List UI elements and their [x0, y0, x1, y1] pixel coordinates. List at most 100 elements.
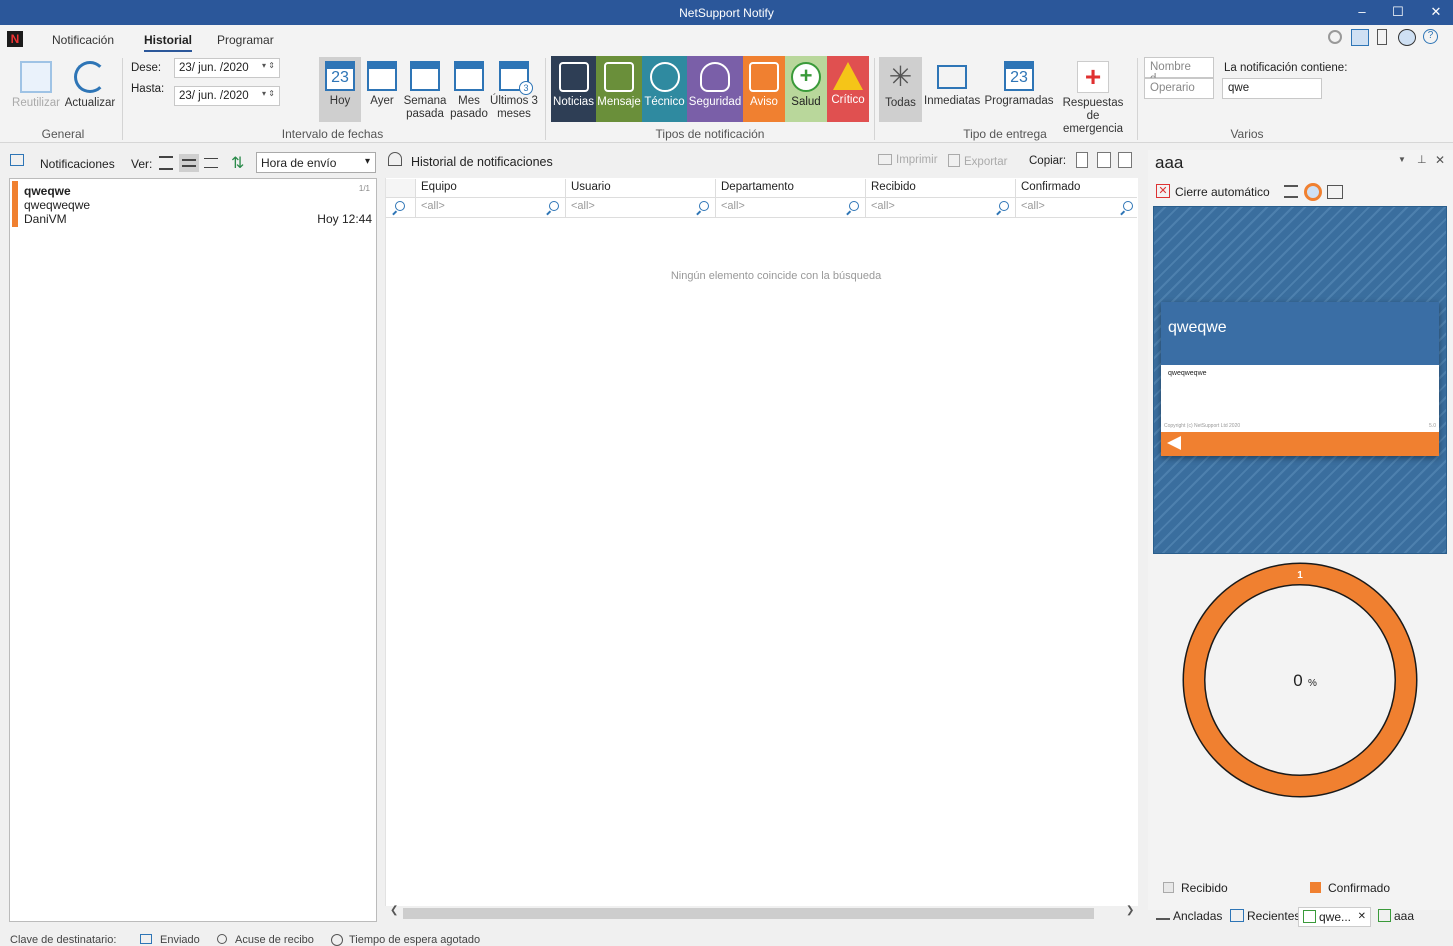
filter-usuario[interactable]: <all>: [565, 198, 715, 217]
type-warning-button[interactable]: Aviso: [743, 56, 785, 122]
type-technical-button[interactable]: Técnico: [642, 56, 687, 122]
tab-recent[interactable]: Recientes: [1226, 907, 1304, 927]
refresh-button[interactable]: Actualizar: [64, 61, 116, 110]
pane-menu-icon[interactable]: ▼: [1398, 155, 1406, 164]
pin-icon[interactable]: ⊥: [1417, 153, 1427, 166]
type-message-button[interactable]: Mensaje: [596, 56, 642, 122]
from-label: Dese:: [131, 62, 162, 74]
contains-input[interactable]: qwe: [1222, 78, 1322, 99]
column-header-usuario[interactable]: Usuario: [565, 179, 715, 197]
type-news-button[interactable]: Noticias: [551, 56, 596, 122]
column-header-departamento[interactable]: Departamento: [715, 179, 865, 197]
last-month-button[interactable]: Mes pasado: [450, 61, 488, 121]
tab-programar[interactable]: Programar: [217, 33, 274, 47]
view-list-icon[interactable]: [204, 158, 218, 168]
delivery-emergency-button[interactable]: + Respuestas de emergencia: [1055, 61, 1131, 136]
delivery-scheduled-button[interactable]: 23 Programadas: [984, 61, 1054, 108]
horizontal-scrollbar[interactable]: [403, 908, 1094, 919]
search-icon[interactable]: [1123, 201, 1133, 211]
type-health-button[interactable]: + Salud: [785, 56, 827, 122]
tab-aaa[interactable]: aaa: [1374, 907, 1418, 927]
tab-historial[interactable]: Historial: [144, 33, 193, 52]
today-button[interactable]: 23 Hoy: [319, 61, 361, 108]
detail-title: aaa: [1155, 153, 1184, 172]
copy-text-icon[interactable]: [1076, 152, 1088, 168]
close-pane-icon[interactable]: ✕: [1435, 153, 1445, 167]
palette-icon[interactable]: [1328, 30, 1342, 44]
donut-view-icon[interactable]: [1304, 183, 1322, 201]
print-button[interactable]: Imprimir: [878, 154, 938, 166]
status-sent: Enviado: [160, 934, 200, 946]
filter-recibido[interactable]: <all>: [865, 198, 1015, 217]
send-icon: [937, 65, 967, 89]
scroll-right-arrow-icon[interactable]: ❯: [1126, 905, 1134, 916]
list-item[interactable]: qweqwe qweqweqwe DaniVM 1/1 Hoy 12:44: [10, 179, 376, 229]
close-button[interactable]: ✕: [1419, 0, 1453, 25]
column-header-equipo[interactable]: Equipo: [415, 179, 565, 197]
close-tab-icon[interactable]: ✕: [1358, 911, 1366, 922]
view-compact-icon[interactable]: [159, 156, 173, 170]
to-date-field[interactable]: 23/ jun. /2020 ▾ ⇕: [174, 86, 280, 106]
copy-label: Copiar:: [1029, 155, 1067, 167]
search-icon[interactable]: [849, 201, 859, 211]
item-body: qweqweqwe: [24, 198, 91, 212]
preview-card: qweqwe qweqweqwe Copyright (c) NetSuppor…: [1161, 302, 1439, 456]
sort-select[interactable]: Hora de envío ▾: [256, 152, 376, 173]
envelope-icon: [604, 62, 634, 92]
list-view-icon[interactable]: [1284, 185, 1298, 198]
ribbon-separator: [1137, 58, 1138, 140]
view-normal-icon[interactable]: [179, 154, 199, 172]
filter-equipo[interactable]: <all>: [415, 198, 565, 217]
reuse-button[interactable]: Reutilizar: [10, 61, 62, 110]
layout-icon[interactable]: [1351, 29, 1369, 46]
newspaper-icon: [558, 62, 589, 92]
tab-notificacion[interactable]: Notificación: [52, 33, 114, 47]
search-icon[interactable]: [699, 201, 709, 211]
notifications-header: Notificaciones: [40, 157, 115, 171]
history-icon[interactable]: [1398, 29, 1416, 46]
delivery-all-button[interactable]: ✳ Todas: [879, 61, 922, 110]
group-label-types: Tipos de notificación: [655, 127, 765, 141]
last-week-button[interactable]: Semana pasada: [403, 61, 447, 121]
sent-icon: [140, 934, 152, 944]
last-3-months-button[interactable]: 3 Últimos 3 meses: [490, 61, 538, 121]
column-header-confirmado[interactable]: Confirmado: [1015, 179, 1137, 197]
column-header-recibido[interactable]: Recibido: [865, 179, 1015, 197]
notification-list: qweqwe qweqweqwe DaniVM 1/1 Hoy 12:44: [9, 178, 377, 922]
operator-filter-input[interactable]: Operario: [1144, 78, 1214, 99]
group-label-misc: Varios: [1230, 127, 1264, 141]
export-button[interactable]: Exportar: [948, 154, 1007, 168]
search-icon[interactable]: [395, 201, 405, 211]
ribbon-tabs: N Notificación Historial Programar ?: [0, 25, 1453, 53]
delivery-immediate-button[interactable]: Inmediatas: [924, 61, 980, 108]
device-icon[interactable]: [1377, 29, 1387, 45]
search-icon[interactable]: [999, 201, 1009, 211]
minimize-button[interactable]: –: [1345, 0, 1379, 25]
autoclose-checkbox[interactable]: ✕: [1156, 184, 1170, 198]
help-icon[interactable]: ?: [1423, 29, 1438, 44]
type-security-button[interactable]: Seguridad: [687, 56, 743, 122]
sort-icon[interactable]: ⇅: [231, 153, 244, 173]
tab-qweqwe[interactable]: qwe... ✕: [1298, 907, 1371, 927]
tab-pinned[interactable]: Ancladas: [1152, 907, 1226, 927]
scroll-left-arrow-icon[interactable]: ❮: [390, 905, 398, 916]
type-critical-button[interactable]: Crítico: [827, 56, 869, 122]
ribbon-separator: [545, 58, 546, 140]
export-icon: [948, 154, 960, 167]
notifications-icon: [10, 154, 24, 166]
reuse-icon: [20, 61, 52, 93]
item-title: qweqwe: [24, 184, 71, 198]
copy-csv-icon[interactable]: [1097, 152, 1111, 168]
search-icon[interactable]: [549, 201, 559, 211]
name-filter-input[interactable]: Nombre d...: [1144, 57, 1214, 85]
filter-departamento[interactable]: <all>: [715, 198, 865, 217]
calendar-scheduled-icon: 23: [1004, 61, 1034, 91]
copy-html-icon[interactable]: [1118, 152, 1132, 168]
maximize-button[interactable]: ☐: [1381, 0, 1415, 25]
from-date-field[interactable]: 23/ jun. /2020 ▾ ⇕: [174, 58, 280, 78]
yesterday-button[interactable]: Ayer: [364, 61, 400, 108]
filter-confirmado[interactable]: <all>: [1015, 198, 1137, 217]
calendar-3-months-icon: 3: [499, 61, 533, 95]
grid-view-icon[interactable]: [1327, 185, 1343, 199]
app-logo-icon[interactable]: N: [7, 31, 23, 47]
